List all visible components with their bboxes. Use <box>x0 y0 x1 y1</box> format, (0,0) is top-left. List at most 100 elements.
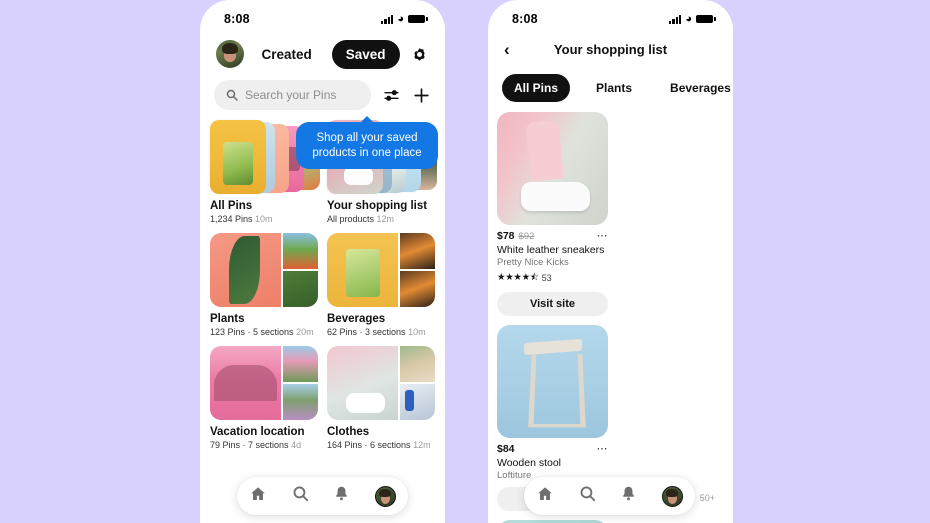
board-time: 12m <box>413 440 431 450</box>
board-meta: 62 Pins · 3 sections 10m <box>327 327 435 337</box>
board-count: 79 Pins · 7 sections <box>210 440 289 450</box>
plus-icon[interactable] <box>411 85 431 105</box>
tab-plants[interactable]: Plants <box>584 74 644 102</box>
product-image[interactable] <box>497 325 608 438</box>
search-placeholder: Search your Pins <box>245 88 337 102</box>
board-name: Vacation location <box>210 426 305 438</box>
board-time: 10m <box>408 327 426 337</box>
board-meta: 164 Pins · 6 sections 12m <box>327 440 435 450</box>
product-card[interactable]: $78 $92 ⋯ White leather sneakers Pretty … <box>497 112 608 316</box>
star-rating-icon: ★★★★⯪ <box>497 272 539 283</box>
search-icon <box>226 89 238 101</box>
product-rating: ★★★★⯪ 53 <box>497 270 608 286</box>
board-plants[interactable]: Plants 123 Pins · 5 sections 20m <box>210 233 318 337</box>
search-row: Search your Pins <box>200 74 445 114</box>
gear-icon[interactable] <box>403 47 427 62</box>
board-name: Clothes <box>327 426 370 438</box>
nav-bell-icon[interactable] <box>333 485 350 507</box>
board-meta: 123 Pins · 5 sections 20m <box>210 327 318 337</box>
left-phone: 8:08 ◕ Created Saved Search your Pins Al… <box>200 0 445 523</box>
right-header: ‹ Your shopping list <box>488 30 733 68</box>
rating-count: 53 <box>541 273 552 283</box>
tab-all-pins[interactable]: All Pins <box>502 74 571 102</box>
cellular-signal-icon <box>381 14 394 24</box>
nav-bell-icon[interactable] <box>620 485 637 507</box>
board-thumbnail-collage <box>210 346 318 420</box>
product-price: $78 <box>497 230 515 242</box>
chevron-left-icon[interactable]: ‹ <box>504 41 510 58</box>
board-time: 20m <box>296 327 314 337</box>
product-price: $84 <box>497 443 515 455</box>
nav-home-icon[interactable] <box>536 485 554 508</box>
shopping-tooltip[interactable]: Shop all your saved products in one plac… <box>296 116 438 169</box>
board-name: Plants <box>210 313 245 325</box>
product-price-row: $84 ⋯ <box>497 443 608 455</box>
nav-profile-avatar-icon[interactable] <box>374 485 396 507</box>
left-header: Created Saved <box>200 30 445 74</box>
board-meta: 1,234 Pins 10m <box>210 214 318 224</box>
board-count: 62 Pins · 3 sections <box>327 327 406 337</box>
cellular-signal-icon <box>669 14 682 24</box>
board-count: 164 Pins · 6 sections <box>327 440 411 450</box>
board-thumbnail-collage <box>327 233 435 307</box>
board-thumbnail-collage <box>327 346 435 420</box>
product-title: White leather sneakers <box>497 244 605 256</box>
screenshot-root: 8:08 ◕ Created Saved Search your Pins Al… <box>0 0 930 523</box>
product-grid: $78 $92 ⋯ White leather sneakers Pretty … <box>488 112 733 523</box>
board-vacation-location[interactable]: Vacation location 79 Pins · 7 sections 4… <box>210 346 318 450</box>
avatar[interactable] <box>216 40 244 68</box>
battery-icon <box>408 14 428 24</box>
board-name: All Pins <box>210 200 253 212</box>
tooltip-line-1: Shop all your saved <box>316 132 418 144</box>
right-phone: 8:08 ◕ ‹ Your shopping list All Pins Pla… <box>488 0 733 523</box>
tooltip-line-2: products in one place <box>312 146 422 159</box>
profile-tabs: Created Saved <box>247 39 400 69</box>
board-clothes[interactable]: Clothes 164 Pins · 6 sections 12m <box>327 346 435 450</box>
more-options-icon[interactable]: ⋯ <box>597 231 609 242</box>
board-count: 1,234 Pins <box>210 214 253 224</box>
board-meta: All products 12m <box>327 214 435 224</box>
tab-saved[interactable]: Saved <box>331 39 400 69</box>
bottom-nav-bar <box>237 477 408 515</box>
left-status-bar: 8:08 ◕ <box>200 0 445 30</box>
battery-icon <box>696 14 716 24</box>
bottom-nav-bar <box>524 477 695 515</box>
board-time: 10m <box>255 214 273 224</box>
board-time: 4d <box>291 440 302 450</box>
nav-profile-avatar-icon[interactable] <box>661 485 683 507</box>
sliders-icon[interactable] <box>381 85 401 105</box>
board-name: Your shopping list <box>327 200 428 212</box>
board-row: Plants 123 Pins · 5 sections 20m Beverag… <box>210 233 435 337</box>
board-count: 123 Pins · 5 sections <box>210 327 294 337</box>
board-thumbnail-collage <box>210 233 318 307</box>
tab-beverages[interactable]: Beverages <box>658 74 733 102</box>
search-input[interactable]: Search your Pins <box>214 80 371 110</box>
right-status-bar: 8:08 ◕ <box>488 0 733 30</box>
page-title: Your shopping list <box>553 41 668 57</box>
nav-search-icon[interactable] <box>579 485 596 507</box>
visit-site-button[interactable]: Visit site <box>497 292 608 316</box>
tab-created[interactable]: Created <box>247 40 325 69</box>
board-beverages[interactable]: Beverages 62 Pins · 3 sections 10m <box>327 233 435 337</box>
board-row: Vacation location 79 Pins · 7 sections 4… <box>210 346 435 450</box>
product-title: Wooden stool <box>497 457 562 469</box>
product-price-row: $78 $92 ⋯ <box>497 230 608 242</box>
board-meta: 79 Pins · 7 sections 4d <box>210 440 318 450</box>
rating-count: 50+ <box>699 493 715 503</box>
status-icons: ◕ <box>669 12 716 25</box>
more-options-icon[interactable]: ⋯ <box>597 444 609 455</box>
board-time: 12m <box>376 214 395 224</box>
nav-search-icon[interactable] <box>292 485 309 507</box>
product-price-old: $92 <box>518 230 535 242</box>
product-image[interactable] <box>497 112 608 225</box>
status-time: 8:08 <box>224 12 250 26</box>
category-tabs: All Pins Plants Beverages Vacation C <box>488 68 733 112</box>
board-name: Beverages <box>327 313 386 325</box>
board-count: All products <box>327 214 375 224</box>
wifi-icon: ◕ <box>685 12 692 25</box>
product-brand: Pretty Nice Kicks <box>497 257 569 268</box>
wifi-icon: ◕ <box>397 12 404 25</box>
nav-home-icon[interactable] <box>249 485 267 508</box>
status-icons: ◕ <box>381 12 428 25</box>
status-time: 8:08 <box>512 12 538 26</box>
